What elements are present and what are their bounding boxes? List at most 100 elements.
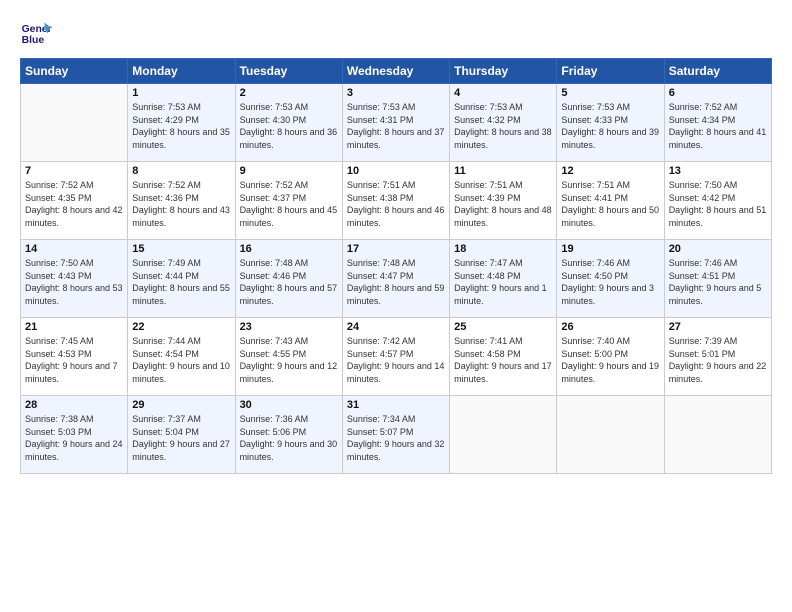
day-number: 24 [347,321,445,333]
day-cell [557,396,664,474]
day-number: 6 [669,87,767,99]
cell-content: Sunrise: 7:53 AMSunset: 4:29 PMDaylight:… [132,101,230,151]
cell-content: Sunrise: 7:41 AMSunset: 4:58 PMDaylight:… [454,335,552,385]
day-number: 19 [561,243,659,255]
day-cell: 9 Sunrise: 7:52 AMSunset: 4:37 PMDaylight… [235,162,342,240]
day-number: 21 [25,321,123,333]
day-cell: 11Sunrise: 7:51 AMSunset: 4:39 PMDayligh… [450,162,557,240]
cell-content: Sunrise: 7:46 AMSunset: 4:51 PMDaylight:… [669,257,767,307]
day-number: 4 [454,87,552,99]
day-number: 1 [132,87,230,99]
day-cell: 5 Sunrise: 7:53 AMSunset: 4:33 PMDaylight… [557,84,664,162]
day-number: 17 [347,243,445,255]
day-number: 29 [132,399,230,411]
cell-content: Sunrise: 7:39 AMSunset: 5:01 PMDaylight:… [669,335,767,385]
day-cell [21,84,128,162]
cell-content: Sunrise: 7:53 AMSunset: 4:33 PMDaylight:… [561,101,659,151]
week-row-1: 1 Sunrise: 7:53 AMSunset: 4:29 PMDaylight… [21,84,772,162]
day-cell: 21 Sunrise: 7:45 AMSunset: 4:53 PMDayligh… [21,318,128,396]
day-number: 12 [561,165,659,177]
day-cell: 6 Sunrise: 7:52 AMSunset: 4:34 PMDaylight… [664,84,771,162]
calendar-container: General Blue SundayMondayTuesdayWednesda… [0,0,792,484]
day-number: 20 [669,243,767,255]
weekday-header-tuesday: Tuesday [235,59,342,84]
day-number: 2 [240,87,338,99]
cell-content: Sunrise: 7:50 AMSunset: 4:42 PMDaylight:… [669,179,767,229]
cell-content: Sunrise: 7:42 AMSunset: 4:57 PMDaylight:… [347,335,445,385]
day-number: 10 [347,165,445,177]
day-number: 13 [669,165,767,177]
cell-content: Sunrise: 7:43 AMSunset: 4:55 PMDaylight:… [240,335,338,385]
day-number: 25 [454,321,552,333]
cell-content: Sunrise: 7:51 AMSunset: 4:41 PMDaylight:… [561,179,659,229]
day-number: 14 [25,243,123,255]
day-number: 3 [347,87,445,99]
cell-content: Sunrise: 7:53 AMSunset: 4:30 PMDaylight:… [240,101,338,151]
cell-content: Sunrise: 7:44 AMSunset: 4:54 PMDaylight:… [132,335,230,385]
day-cell: 14 Sunrise: 7:50 AMSunset: 4:43 PMDayligh… [21,240,128,318]
day-number: 26 [561,321,659,333]
cell-content: Sunrise: 7:34 AMSunset: 5:07 PMDaylight:… [347,413,445,463]
day-cell: 24 Sunrise: 7:42 AMSunset: 4:57 PMDayligh… [342,318,449,396]
cell-content: Sunrise: 7:52 AMSunset: 4:36 PMDaylight:… [132,179,230,229]
day-cell: 17Sunrise: 7:48 AMSunset: 4:47 PMDayligh… [342,240,449,318]
day-cell [664,396,771,474]
cell-content: Sunrise: 7:53 AMSunset: 4:32 PMDaylight:… [454,101,552,151]
cell-content: Sunrise: 7:52 AMSunset: 4:37 PMDaylight:… [240,179,338,229]
day-cell: 22 Sunrise: 7:44 AMSunset: 4:54 PMDayligh… [128,318,235,396]
day-cell: 1 Sunrise: 7:53 AMSunset: 4:29 PMDaylight… [128,84,235,162]
day-cell: 12 Sunrise: 7:51 AMSunset: 4:41 PMDayligh… [557,162,664,240]
cell-content: Sunrise: 7:50 AMSunset: 4:43 PMDaylight:… [25,257,123,307]
week-row-2: 7Sunrise: 7:52 AMSunset: 4:35 PMDaylight… [21,162,772,240]
calendar-table: SundayMondayTuesdayWednesdayThursdayFrid… [20,58,772,474]
day-cell: 25 Sunrise: 7:41 AMSunset: 4:58 PMDayligh… [450,318,557,396]
day-cell: 26Sunrise: 7:40 AMSunset: 5:00 PMDayligh… [557,318,664,396]
cell-content: Sunrise: 7:52 AMSunset: 4:34 PMDaylight:… [669,101,767,151]
day-number: 27 [669,321,767,333]
day-number: 22 [132,321,230,333]
cell-content: Sunrise: 7:47 AMSunset: 4:48 PMDaylight:… [454,257,552,307]
header: General Blue [20,16,772,48]
day-cell: 23 Sunrise: 7:43 AMSunset: 4:55 PMDayligh… [235,318,342,396]
day-number: 7 [25,165,123,177]
day-cell: 10Sunrise: 7:51 AMSunset: 4:38 PMDayligh… [342,162,449,240]
weekday-header-thursday: Thursday [450,59,557,84]
week-row-3: 14 Sunrise: 7:50 AMSunset: 4:43 PMDayligh… [21,240,772,318]
day-number: 23 [240,321,338,333]
day-cell: 27 Sunrise: 7:39 AMSunset: 5:01 PMDayligh… [664,318,771,396]
day-cell: 31 Sunrise: 7:34 AMSunset: 5:07 PMDayligh… [342,396,449,474]
logo: General Blue [20,16,56,48]
day-cell: 19Sunrise: 7:46 AMSunset: 4:50 PMDayligh… [557,240,664,318]
day-cell: 30Sunrise: 7:36 AMSunset: 5:06 PMDayligh… [235,396,342,474]
weekday-header-row: SundayMondayTuesdayWednesdayThursdayFrid… [21,59,772,84]
weekday-header-saturday: Saturday [664,59,771,84]
day-number: 8 [132,165,230,177]
day-cell: 20 Sunrise: 7:46 AMSunset: 4:51 PMDayligh… [664,240,771,318]
weekday-header-sunday: Sunday [21,59,128,84]
day-number: 11 [454,165,552,177]
day-cell: 7Sunrise: 7:52 AMSunset: 4:35 PMDaylight… [21,162,128,240]
cell-content: Sunrise: 7:49 AMSunset: 4:44 PMDaylight:… [132,257,230,307]
week-row-4: 21 Sunrise: 7:45 AMSunset: 4:53 PMDayligh… [21,318,772,396]
day-number: 18 [454,243,552,255]
day-number: 31 [347,399,445,411]
week-row-5: 28Sunrise: 7:38 AMSunset: 5:03 PMDayligh… [21,396,772,474]
day-cell: 16 Sunrise: 7:48 AMSunset: 4:46 PMDayligh… [235,240,342,318]
weekday-header-wednesday: Wednesday [342,59,449,84]
day-number: 9 [240,165,338,177]
day-number: 15 [132,243,230,255]
day-number: 28 [25,399,123,411]
day-cell: 18 Sunrise: 7:47 AMSunset: 4:48 PMDayligh… [450,240,557,318]
cell-content: Sunrise: 7:48 AMSunset: 4:46 PMDaylight:… [240,257,338,307]
day-number: 5 [561,87,659,99]
day-cell: 3 Sunrise: 7:53 AMSunset: 4:31 PMDaylight… [342,84,449,162]
day-cell: 29Sunrise: 7:37 AMSunset: 5:04 PMDayligh… [128,396,235,474]
cell-content: Sunrise: 7:53 AMSunset: 4:31 PMDaylight:… [347,101,445,151]
day-cell: 2 Sunrise: 7:53 AMSunset: 4:30 PMDaylight… [235,84,342,162]
cell-content: Sunrise: 7:45 AMSunset: 4:53 PMDaylight:… [25,335,123,385]
day-cell: 13 Sunrise: 7:50 AMSunset: 4:42 PMDayligh… [664,162,771,240]
svg-text:Blue: Blue [22,35,45,46]
weekday-header-monday: Monday [128,59,235,84]
weekday-header-friday: Friday [557,59,664,84]
day-number: 16 [240,243,338,255]
